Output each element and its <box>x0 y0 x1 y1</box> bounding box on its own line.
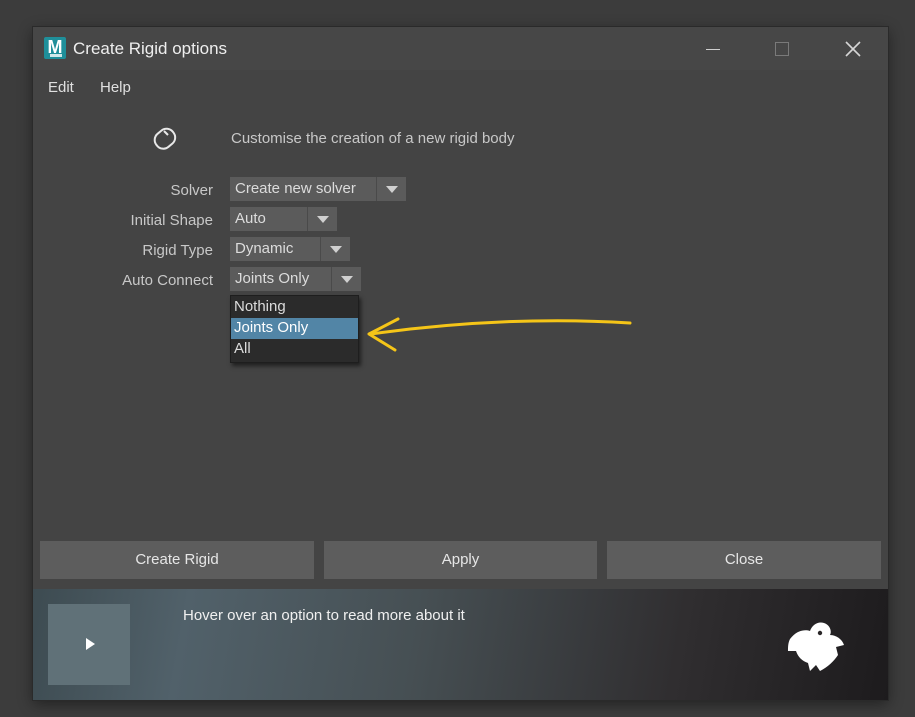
play-icon <box>86 638 95 650</box>
option-nothing[interactable]: Nothing <box>231 297 358 318</box>
initial-shape-dropdown[interactable]: Auto <box>230 207 337 231</box>
create-rigid-button[interactable]: Create Rigid <box>40 541 314 579</box>
solver-dropdown[interactable]: Create new solver <box>230 177 406 201</box>
solver-value: Create new solver <box>235 180 356 197</box>
maximize-button[interactable] <box>768 35 796 63</box>
close-window-button[interactable] <box>839 35 867 63</box>
dialog-window: M Create Rigid options Edit Help Customi… <box>33 27 888 700</box>
mascot-icon <box>788 622 844 671</box>
menu-help[interactable]: Help <box>100 79 131 96</box>
menu-edit[interactable]: Edit <box>48 79 74 96</box>
minimize-button[interactable] <box>699 35 727 63</box>
solver-label: Solver <box>170 182 213 199</box>
help-panel: Hover over an option to read more about … <box>33 589 888 700</box>
close-button[interactable]: Close <box>607 541 881 579</box>
annotation-arrow-icon <box>367 317 632 352</box>
chevron-down-icon <box>320 237 351 261</box>
option-joints-only[interactable]: Joints Only <box>231 318 358 339</box>
window-title: Create Rigid options <box>73 39 228 58</box>
auto-connect-value: Joints Only <box>235 270 310 287</box>
help-text: Hover over an option to read more about … <box>183 607 465 624</box>
option-all[interactable]: All <box>231 339 358 360</box>
maya-logo-icon: M <box>44 37 66 59</box>
menu-bar: Edit Help <box>33 70 888 104</box>
rigid-type-label: Rigid Type <box>142 242 213 259</box>
chevron-down-icon <box>331 267 362 291</box>
rigid-type-dropdown[interactable]: Dynamic <box>230 237 350 261</box>
apply-button[interactable]: Apply <box>324 541 597 579</box>
auto-connect-label: Auto Connect <box>122 272 213 289</box>
auto-connect-dropdown[interactable]: Joints Only <box>230 267 361 291</box>
close-icon <box>845 41 861 57</box>
header-description: Customise the creation of a new rigid bo… <box>231 130 515 147</box>
video-thumbnail[interactable] <box>48 604 130 685</box>
rigid-body-icon <box>153 127 177 150</box>
chevron-down-icon <box>376 177 407 201</box>
chevron-down-icon <box>307 207 338 231</box>
initial-shape-value: Auto <box>235 210 266 227</box>
title-bar[interactable]: M Create Rigid options <box>33 27 888 70</box>
initial-shape-label: Initial Shape <box>130 212 213 229</box>
auto-connect-options-list: Nothing Joints Only All <box>230 295 359 363</box>
rigid-type-value: Dynamic <box>235 240 294 257</box>
